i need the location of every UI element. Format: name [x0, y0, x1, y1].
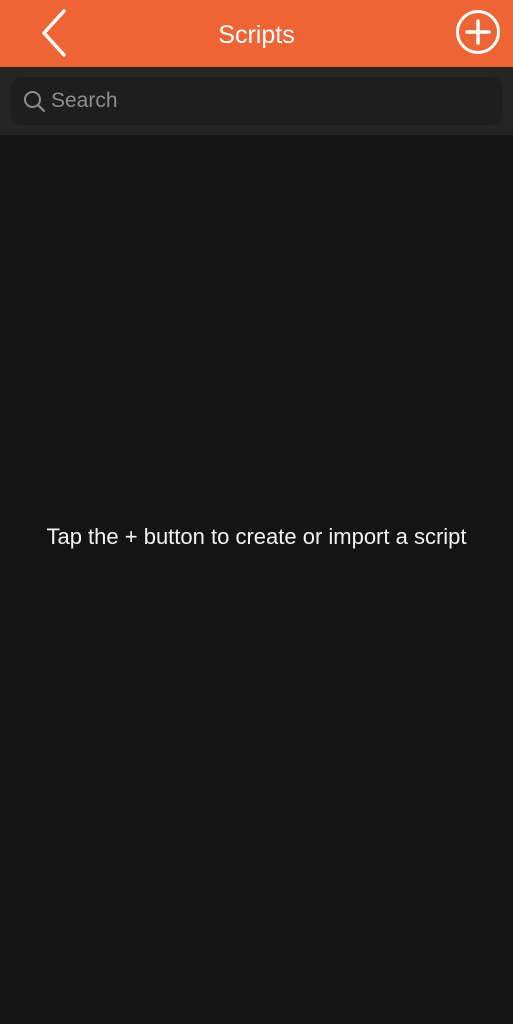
- empty-state-message: Tap the + button to create or import a s…: [46, 524, 467, 549]
- search-icon: [23, 90, 46, 113]
- search-input[interactable]: [51, 77, 491, 125]
- navigation-bar: Scripts: [0, 0, 513, 67]
- back-button[interactable]: [34, 6, 76, 58]
- chevron-left-icon: [34, 6, 76, 58]
- page-title: Scripts: [218, 21, 295, 49]
- scripts-screen: Scripts Tap the + button to create or im…: [0, 0, 513, 1024]
- search-bar: [0, 67, 513, 135]
- add-script-button[interactable]: [455, 9, 501, 55]
- search-field[interactable]: [11, 77, 502, 125]
- plus-circle-icon: [455, 9, 501, 55]
